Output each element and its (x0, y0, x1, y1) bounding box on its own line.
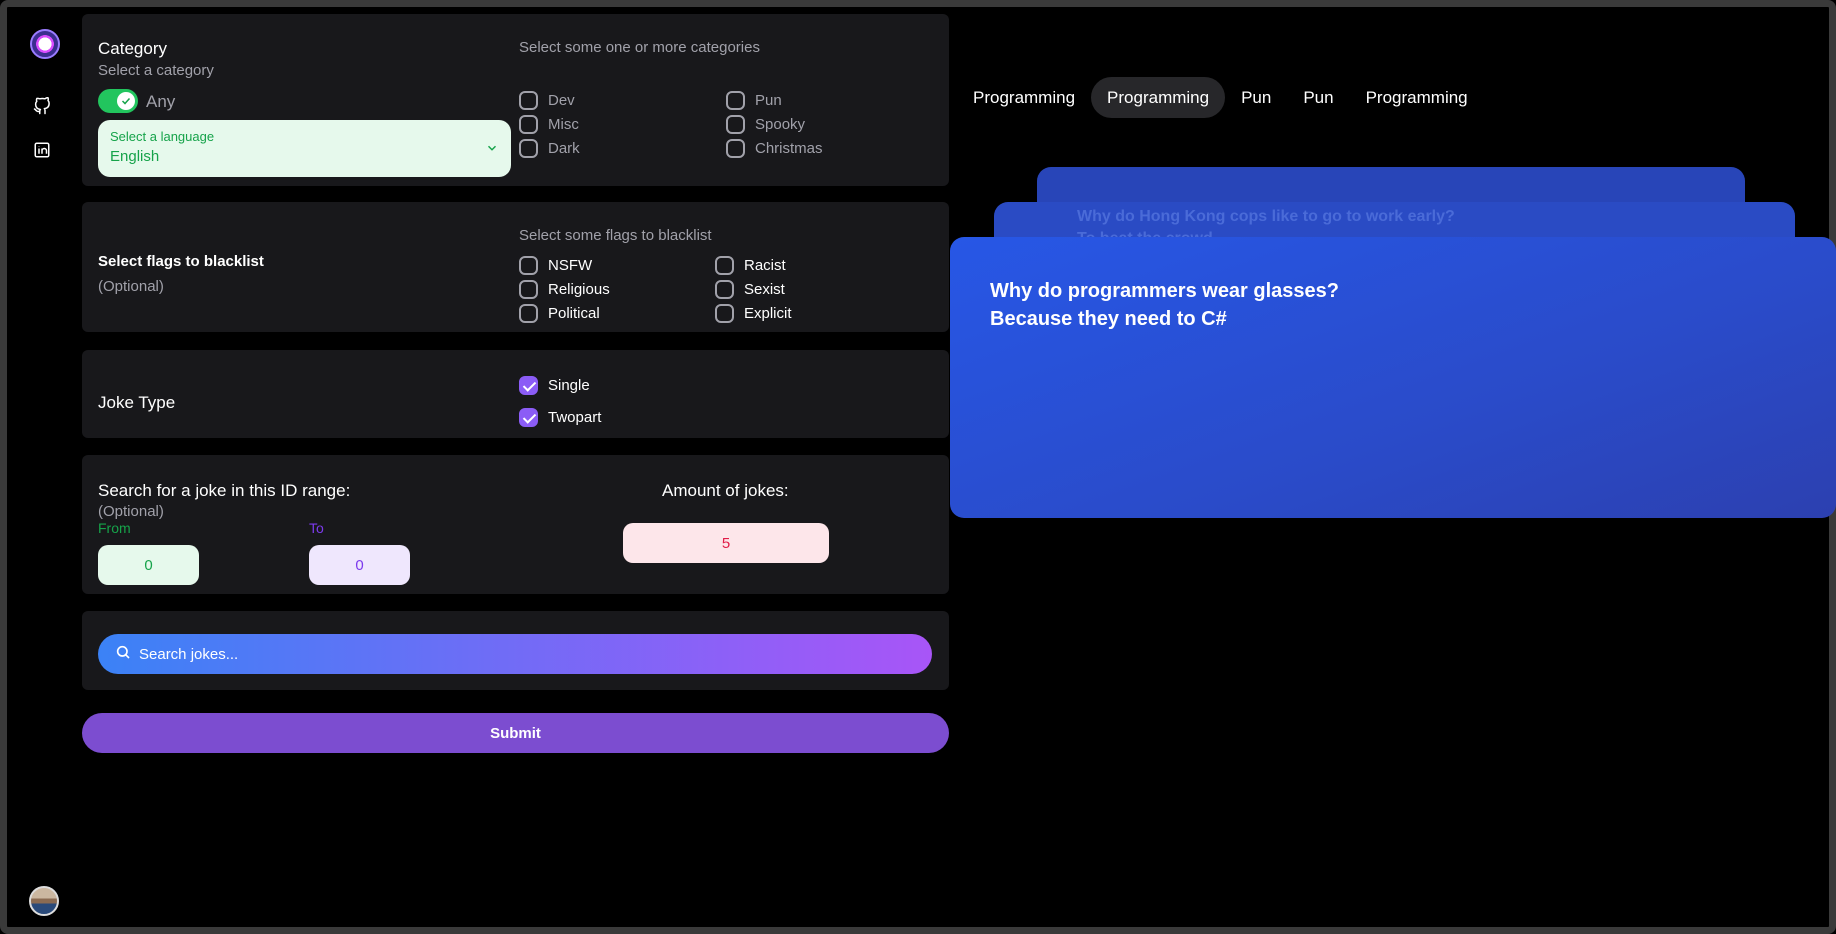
any-toggle[interactable] (98, 89, 138, 113)
app-window: Category Select a category Any Select a … (0, 0, 1836, 934)
language-select-value: English (110, 148, 160, 165)
category-subtitle: Select a category (98, 62, 214, 79)
language-select[interactable]: Select a language English (98, 120, 511, 177)
flags-subtitle: (Optional) (98, 278, 164, 295)
to-input[interactable]: 0 (309, 545, 410, 585)
tab-programming-3[interactable]: Programming (1350, 77, 1484, 118)
search-icon (115, 644, 131, 664)
flags-heading: Select some flags to blacklist (519, 227, 712, 244)
user-avatar[interactable] (29, 886, 59, 916)
category-checkbox-spooky[interactable]: Spooky (726, 115, 805, 134)
tab-programming-1[interactable]: Programming (957, 77, 1091, 118)
flags-title: Select flags to blacklist (98, 253, 264, 270)
linkedin-icon[interactable] (31, 139, 53, 161)
joke-setup: Why do programmers wear glasses? (990, 280, 1340, 302)
id-range-title: Search for a joke in this ID range: (98, 481, 351, 500)
to-label: To (309, 520, 324, 536)
toggle-knob-icon (117, 92, 135, 110)
joke-type-checkbox-twopart[interactable]: Twopart (519, 408, 601, 427)
joke-delivery: Because they need to C# (990, 308, 1227, 330)
from-label: From (98, 520, 131, 536)
amount-input[interactable]: 5 (623, 523, 829, 563)
search-input[interactable]: Search jokes... (98, 634, 932, 674)
tab-programming-2[interactable]: Programming (1091, 77, 1226, 118)
back-joke-line1: Why do Hong Kong cops like to go to work… (1077, 208, 1455, 225)
amount-label: Amount of jokes: (662, 481, 789, 500)
category-checkbox-dev[interactable]: Dev (519, 91, 575, 110)
flag-checkbox-nsfw[interactable]: NSFW (519, 256, 592, 275)
language-select-label: Select a language (110, 129, 215, 144)
tab-pun-2[interactable]: Pun (1287, 77, 1349, 118)
joke-type-checkbox-single[interactable]: Single (519, 376, 590, 395)
category-checkbox-christmas[interactable]: Christmas (726, 139, 823, 158)
flag-checkbox-racist[interactable]: Racist (715, 256, 786, 275)
category-checkbox-misc[interactable]: Misc (519, 115, 579, 134)
category-checkbox-pun[interactable]: Pun (726, 91, 782, 110)
flag-checkbox-sexist[interactable]: Sexist (715, 280, 785, 299)
flag-checkbox-explicit[interactable]: Explicit (715, 304, 792, 323)
category-checkbox-dark[interactable]: Dark (519, 139, 580, 158)
flag-checkbox-political[interactable]: Political (519, 304, 600, 323)
category-title: Category (98, 39, 167, 58)
app-logo[interactable] (30, 29, 60, 59)
joke-type-card (82, 350, 949, 438)
chevron-down-icon (485, 141, 499, 160)
sidebar (14, 14, 74, 934)
id-range-subtitle: (Optional) (98, 503, 164, 520)
joke-type-title: Joke Type (98, 393, 176, 412)
github-icon[interactable] (31, 95, 53, 117)
search-placeholder: Search jokes... (139, 645, 239, 663)
any-label: Any (146, 92, 176, 111)
flag-checkbox-religious[interactable]: Religious (519, 280, 610, 299)
tab-pun-1[interactable]: Pun (1225, 77, 1287, 118)
from-input[interactable]: 0 (98, 545, 199, 585)
categories-heading: Select some one or more categories (519, 39, 760, 56)
category-tabs: Programming Programming Pun Pun Programm… (957, 77, 1484, 118)
joke-card-front[interactable]: Why do programmers wear glasses? Because… (950, 237, 1836, 518)
submit-button[interactable]: Submit (82, 713, 949, 753)
